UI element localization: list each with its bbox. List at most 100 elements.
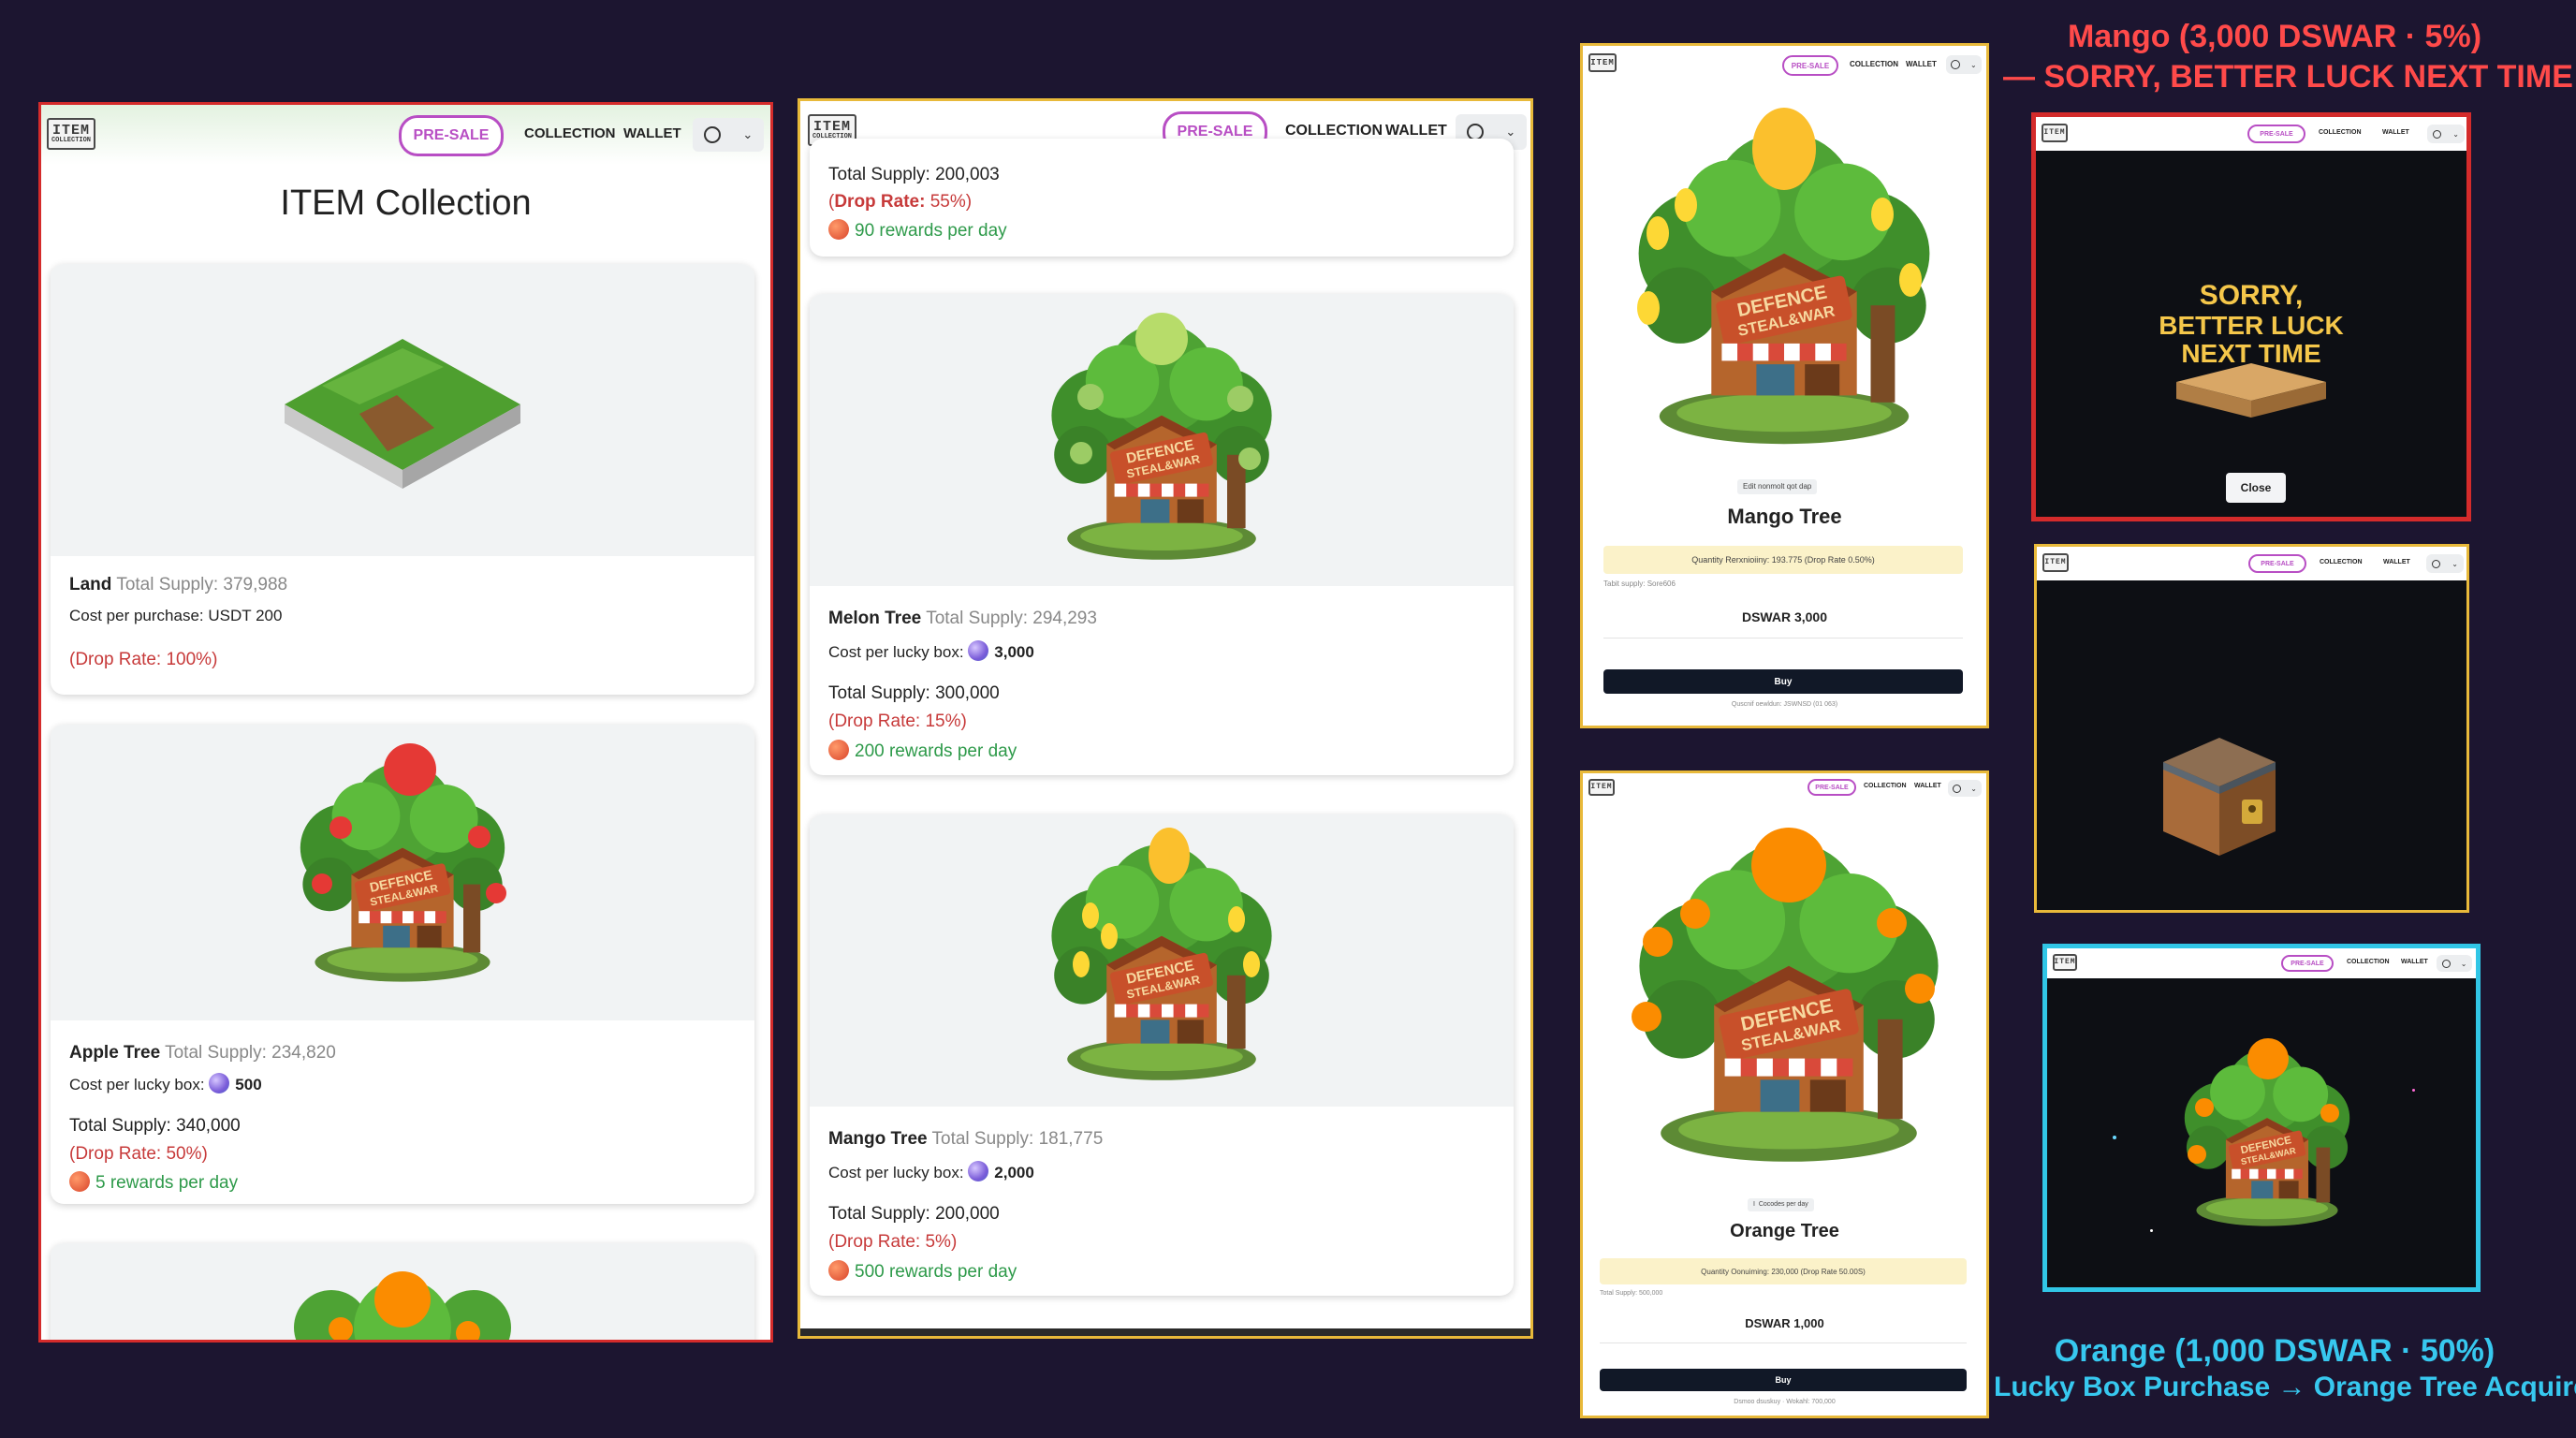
collection-panel-1: ITEM COLLECTION PRE-SALE COLLECTION WALL… bbox=[38, 102, 773, 1343]
cost-label: Cost per lucky box: bbox=[828, 1164, 964, 1181]
nav-wallet-link[interactable]: WALLET bbox=[2401, 959, 2428, 965]
account-menu[interactable]: ⌄ bbox=[2437, 955, 2472, 972]
total-supply: Total Supply: 340,000 bbox=[69, 1116, 241, 1136]
lucky-box-result-panel: ITEM PRE-SALE COLLECTION WALLET ⌄ bbox=[2042, 944, 2481, 1292]
caption-bottom: Orange (1,000 DSWAR · 50%) Lucky Box Pur… bbox=[1994, 1333, 2576, 1403]
presale-button[interactable]: PRE-SALE bbox=[2248, 554, 2306, 573]
account-menu[interactable]: ⌄ bbox=[1948, 780, 1982, 797]
partial-item-card[interactable]: Total Supply: 200,003 (Drop Rate: 55%) 9… bbox=[810, 139, 1514, 257]
presale-button[interactable]: PRE-SALE bbox=[1782, 55, 1838, 76]
account-menu[interactable]: ⌄ bbox=[2427, 125, 2465, 143]
rewards-per-day: 500 rewards per day bbox=[855, 1262, 1017, 1282]
orange-tree-illustration bbox=[294, 1271, 511, 1340]
nav-wallet-link[interactable]: WALLET bbox=[1906, 60, 1937, 68]
total-supply: Total Supply: 300,000 bbox=[828, 683, 1000, 703]
bottom-bar bbox=[800, 1328, 1530, 1336]
sorry-line3: NEXT TIME bbox=[2181, 339, 2321, 368]
chevron-down-icon: ⌄ bbox=[2452, 559, 2458, 568]
rewards-per-day: 200 rewards per day bbox=[855, 741, 1017, 761]
top-navbar: ITEM PRE-SALE COLLECTION WALLET ⌄ bbox=[1583, 46, 1986, 83]
apple-tree-card[interactable]: Apple Tree Total Supply: 234,820 Cost pe… bbox=[51, 725, 754, 1204]
mango-tree-illustration bbox=[1637, 108, 1930, 445]
lucky-box-opening-panel: ITEM PRE-SALE COLLECTION WALLET ⌄ bbox=[2034, 544, 2469, 913]
site-logo[interactable]: ITEM bbox=[1588, 53, 1617, 72]
top-navbar: ITEM PRE-SALE COLLECTION WALLET ⌄ bbox=[1583, 773, 1986, 803]
presale-button[interactable]: PRE-SALE bbox=[1808, 779, 1856, 796]
caption-top-line2: — SORRY, BETTER LUCK NEXT TIME bbox=[2003, 59, 2573, 95]
nav-collection-link[interactable]: COLLECTION bbox=[2320, 559, 2363, 565]
orange-tree-illustration bbox=[1632, 828, 1939, 1162]
presale-button[interactable]: PRE-SALE bbox=[2247, 125, 2305, 143]
nav-wallet-link[interactable]: WALLET bbox=[1914, 783, 1941, 789]
total-supply: Total Supply: 200,003 bbox=[828, 165, 1000, 184]
account-menu[interactable]: ⌄ bbox=[2426, 554, 2464, 573]
cost-value: 3,000 bbox=[994, 643, 1034, 661]
site-logo[interactable]: ITEM COLLECTION bbox=[47, 118, 95, 150]
total-supply: Total Supply: 200,000 bbox=[828, 1204, 1000, 1224]
site-logo[interactable]: ITEM bbox=[1588, 779, 1615, 796]
reward-token-icon bbox=[828, 1260, 849, 1281]
caption-bottom-line2: Lucky Box Purchase → Orange Tree Acquire… bbox=[1994, 1372, 2576, 1402]
supply-small: Total Supply: 500,000 bbox=[1600, 1290, 1663, 1297]
item-name: Apple Tree bbox=[69, 1043, 161, 1063]
nav-wallet-link[interactable]: WALLET bbox=[2382, 129, 2409, 136]
site-logo[interactable]: ITEM bbox=[2042, 553, 2069, 572]
nav-collection-link[interactable]: COLLECTION bbox=[1864, 783, 1907, 789]
top-navbar: ITEM COLLECTION PRE-SALE COLLECTION WALL… bbox=[41, 105, 770, 165]
drop-rate: Drop Rate: bbox=[834, 192, 926, 212]
drop-rate: (Drop Rate: 15%) bbox=[828, 712, 967, 731]
buy-button[interactable]: Buy bbox=[1603, 669, 1963, 694]
drop-rate: (Drop Rate: 5%) bbox=[828, 1232, 958, 1252]
drop-rate: (Drop Rate: 100%) bbox=[69, 650, 218, 669]
sorry-result-panel: ITEM PRE-SALE COLLECTION WALLET ⌄ SORRY,… bbox=[2031, 112, 2471, 521]
presale-button[interactable]: PRE-SALE bbox=[399, 115, 504, 156]
nav-collection-link[interactable]: COLLECTION bbox=[524, 125, 616, 141]
footer-note: Dsmoo dsuskuy · Wokahl: 700,000 bbox=[1734, 1399, 1836, 1405]
presale-button[interactable]: PRE-SALE bbox=[2281, 955, 2334, 972]
nav-collection-link[interactable]: COLLECTION bbox=[1850, 60, 1898, 68]
sparkle bbox=[2113, 1136, 2116, 1139]
nav-wallet-link[interactable]: WALLET bbox=[623, 125, 681, 141]
item-name: Melon Tree bbox=[828, 609, 922, 628]
buy-button[interactable]: Buy bbox=[1600, 1369, 1967, 1391]
site-logo[interactable]: ITEM bbox=[2042, 124, 2068, 142]
orange-tree-card-partial[interactable] bbox=[51, 1243, 754, 1340]
account-menu[interactable]: ⌄ bbox=[693, 118, 764, 152]
supply-small: Tabit supply: Sore606 bbox=[1603, 580, 1676, 588]
item-badge: Edit nonmolt qot dap bbox=[1737, 479, 1818, 494]
nav-wallet-link[interactable]: WALLET bbox=[1385, 123, 1447, 139]
melon-tree-image bbox=[810, 294, 1514, 586]
user-circle-icon bbox=[2432, 559, 2441, 568]
price: DSWAR 1,000 bbox=[1745, 1316, 1824, 1330]
user-circle-icon bbox=[1953, 784, 1962, 793]
account-menu[interactable]: ⌄ bbox=[1946, 55, 1982, 74]
sorry-line1: SORRY, bbox=[2199, 280, 2304, 311]
page-title: ITEM Collection bbox=[280, 183, 532, 223]
nav-wallet-link[interactable]: WALLET bbox=[2383, 559, 2410, 565]
item-title: Orange Tree bbox=[1730, 1221, 1839, 1241]
cost-value: USDT 200 bbox=[208, 607, 283, 624]
item-supply: Total Supply: 379,988 bbox=[116, 575, 288, 594]
mango-tree-card[interactable]: Mango Tree Total Supply: 181,775 Cost pe… bbox=[810, 814, 1514, 1296]
site-logo[interactable]: ITEM bbox=[2053, 954, 2077, 971]
nav-collection-link[interactable]: COLLECTION bbox=[2347, 959, 2390, 965]
mango-detail-panel: ITEM PRE-SALE COLLECTION WALLET ⌄ Edit n… bbox=[1580, 43, 1989, 728]
caption-top-line1: Mango (3,000 DSWAR · 5%) bbox=[2067, 19, 2482, 54]
land-tile-illustration bbox=[285, 339, 520, 489]
top-navbar: ITEM PRE-SALE COLLECTION WALLET ⌄ bbox=[2036, 117, 2466, 151]
caption-bottom-line1: Orange (1,000 DSWAR · 50%) bbox=[2054, 1333, 2496, 1369]
treasure-chest-icon bbox=[2163, 738, 2276, 856]
land-card[interactable]: Land Total Supply: 379,988 Cost per purc… bbox=[51, 264, 754, 695]
cost-label: Cost per lucky box: bbox=[69, 1076, 205, 1093]
melon-tree-card[interactable]: Melon Tree Total Supply: 294,293 Cost pe… bbox=[810, 294, 1514, 775]
close-button[interactable]: Close bbox=[2226, 473, 2286, 503]
item-name: Mango Tree bbox=[828, 1129, 928, 1149]
quantity-bar: Quantity Oonuiming: 230,000 (Drop Rate 5… bbox=[1600, 1258, 1967, 1284]
caption-top: Mango (3,000 DSWAR · 5%) — SORRY, BETTER… bbox=[2003, 19, 2573, 95]
reward-token-icon bbox=[69, 1171, 90, 1192]
apple-tree-image bbox=[51, 725, 754, 1020]
nav-collection-link[interactable]: COLLECTION bbox=[1285, 123, 1383, 139]
rewards-per-day: 90 rewards per day bbox=[855, 221, 1007, 241]
sorry-line2: BETTER LUCK bbox=[2159, 311, 2344, 340]
nav-collection-link[interactable]: COLLECTION bbox=[2319, 129, 2362, 136]
